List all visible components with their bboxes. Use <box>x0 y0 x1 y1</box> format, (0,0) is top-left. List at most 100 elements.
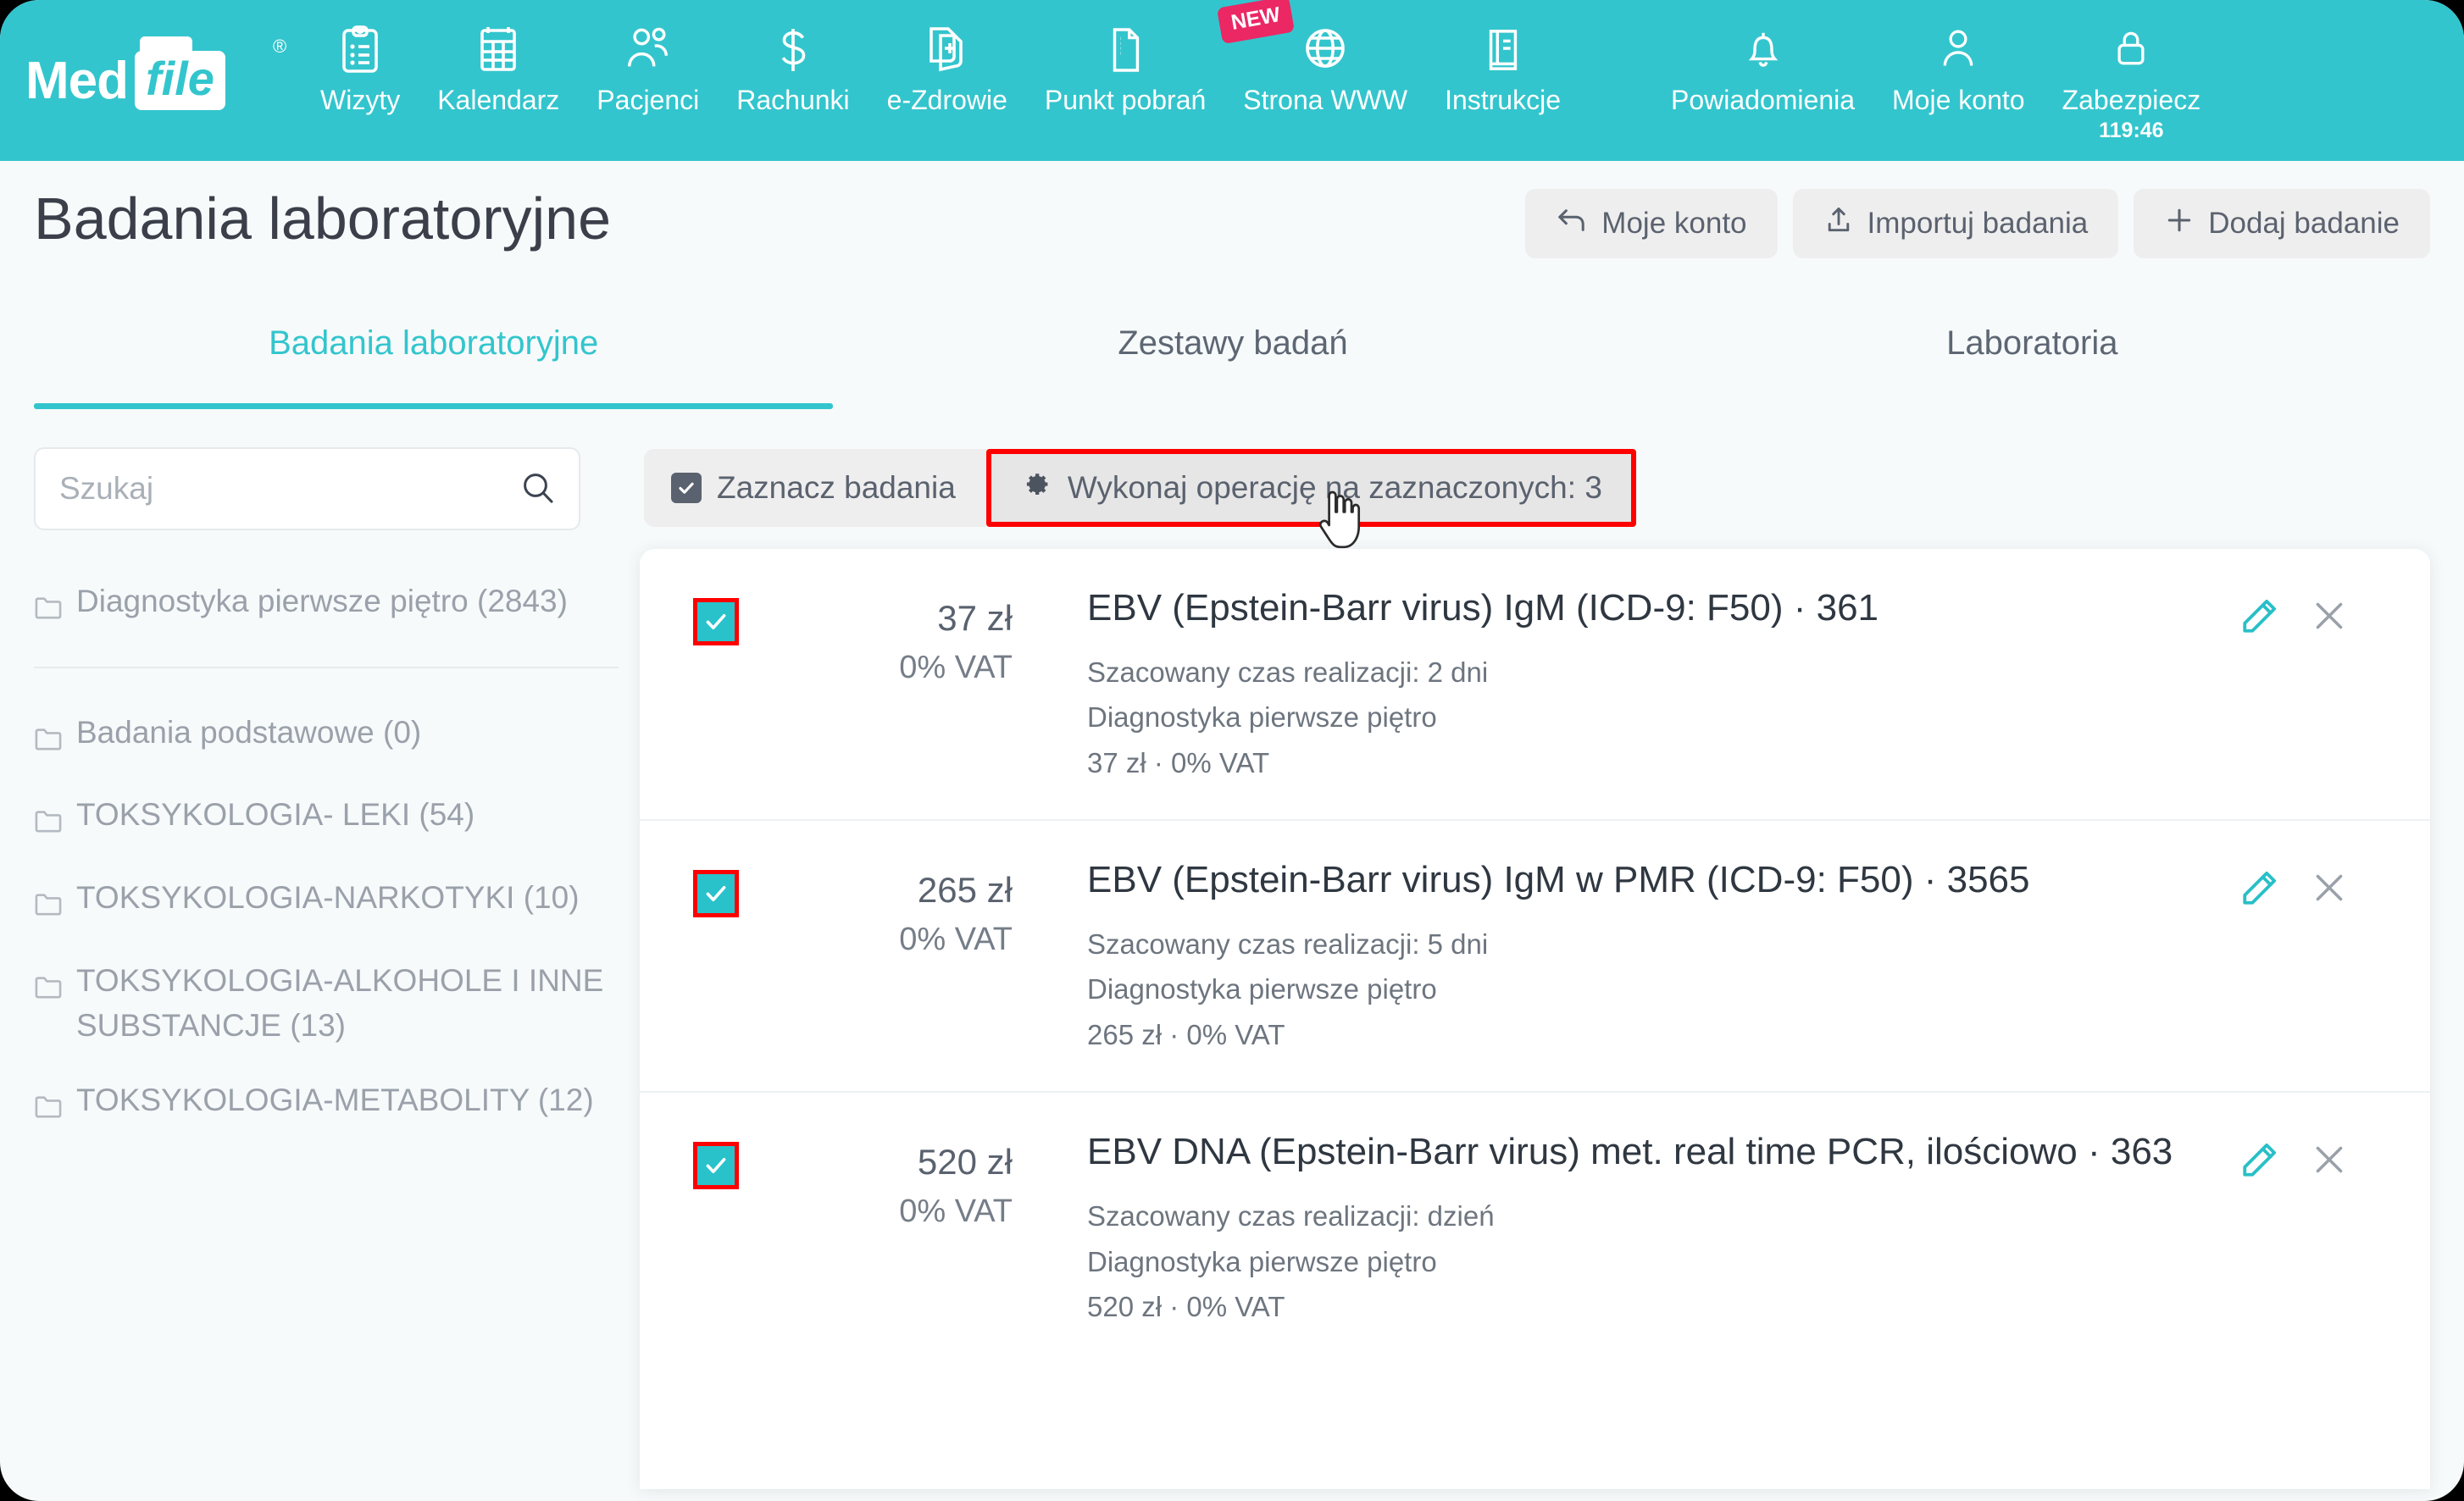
button-label: Importuj badania <box>1867 207 2089 240</box>
row-price-cell: 265 zł 0% VAT <box>792 858 1013 963</box>
dodaj-badanie-button[interactable]: Dodaj badanie <box>2134 189 2430 258</box>
close-icon[interactable] <box>2308 867 2350 909</box>
results-toolbar: Zaznacz badania Wykonaj operację na zazn… <box>644 449 1636 527</box>
sidebar-divider <box>34 666 619 668</box>
row-checkbox[interactable] <box>693 598 739 645</box>
nav-item-label: Moje konto <box>1892 85 2025 115</box>
bulk-operation-button[interactable]: Wykonaj operację na zaznaczonych: 3 <box>985 449 1636 527</box>
select-all-label: Zaznacz badania <box>717 470 956 505</box>
row-checkbox-cell <box>640 1130 792 1190</box>
folder-icon <box>34 883 63 929</box>
row-price: 265 zł <box>917 870 1013 911</box>
tab-label: Zestawy badań <box>1118 324 1348 362</box>
row-checkbox-cell <box>640 586 792 645</box>
bulk-operation-label: Wykonaj operację na zaznaczonych: 3 <box>1067 470 1602 505</box>
tab-zestawy-badan[interactable]: Zestawy badań <box>833 309 1632 409</box>
checkbox-checked-icon <box>697 874 735 914</box>
row-checkbox[interactable] <box>693 870 739 918</box>
row-body: EBV (Epstein-Barr virus) IgM (ICD-9: F50… <box>1013 586 2235 785</box>
nav-item-moje-konto[interactable]: Moje konto <box>1873 0 2044 116</box>
pencil-icon[interactable] <box>2235 867 2281 912</box>
nav-item-pacjenci[interactable]: Pacjenci <box>578 0 718 116</box>
search-input[interactable] <box>36 451 476 527</box>
row-meta-lab: Diagnostyka pierwsze piętro <box>1087 973 1437 1005</box>
search-box[interactable] <box>34 447 580 530</box>
nav-item-kalendarz[interactable]: Kalendarz <box>419 0 578 116</box>
tab-laboratoria[interactable]: Laboratoria <box>1633 309 2432 409</box>
nav-item-label: Zabezpiecz <box>2062 85 2201 115</box>
nav-item-label: Kalendarz <box>437 85 560 115</box>
folder-icon <box>34 718 63 764</box>
close-icon[interactable] <box>2308 595 2350 637</box>
logo-text-med: Med <box>25 51 129 110</box>
search-icon[interactable] <box>518 468 558 509</box>
folder-icon <box>34 587 63 633</box>
new-badge: NEW <box>1217 0 1296 45</box>
nav-item-ezdrowie[interactable]: e-Zdrowie <box>869 0 1026 116</box>
table-row[interactable]: 265 zł 0% VAT EBV (Epstein-Barr virus) I… <box>640 821 2430 1094</box>
nav-item-label: Instrukcje <box>1445 85 1561 115</box>
row-meta-price: 520 zł · 0% VAT <box>1087 1291 1285 1323</box>
importuj-badania-button[interactable]: Importuj badania <box>1792 189 2119 258</box>
sidebar-item-toksykologia-leki[interactable]: TOKSYKOLOGIA- LEKI (54) <box>34 778 619 861</box>
clipboard-icon <box>338 24 382 76</box>
nav-item-zabezpiecz[interactable]: Zabezpiecz 119:46 <box>2044 0 2220 143</box>
row-meta-time: Szacowany czas realizacji: 5 dni <box>1087 928 1489 960</box>
logo-text-file: file <box>146 52 214 105</box>
sidebar-item-label: TOKSYKOLOGIA-METABOLITY (12) <box>76 1082 594 1117</box>
row-meta-price: 265 zł · 0% VAT <box>1087 1018 1285 1050</box>
nav-item-punkt-pobran[interactable]: Punkt pobrań <box>1026 0 1224 116</box>
table-row[interactable]: 37 zł 0% VAT EBV (Epstein-Barr virus) Ig… <box>640 549 2430 822</box>
top-navigation-bar: Med file ® Wizyty Kalendarz Pacjenci Rac… <box>0 0 2464 161</box>
ehealth-icon <box>925 24 969 76</box>
row-vat: 0% VAT <box>899 922 1013 958</box>
pencil-icon[interactable] <box>2235 595 2281 640</box>
button-label: Dodaj badanie <box>2208 207 2400 240</box>
sidebar-item-toksykologia-metabolity[interactable]: TOKSYKOLOGIA-METABOLITY (12) <box>34 1063 619 1146</box>
nav-item-instrukcje[interactable]: Instrukcje <box>1426 0 1579 116</box>
upload-icon <box>1823 205 1854 243</box>
moje-konto-button[interactable]: Moje konto <box>1525 189 1778 258</box>
sidebar-item-label: TOKSYKOLOGIA-ALKOHOLE I INNE SUBSTANCJE … <box>76 962 604 1044</box>
checkbox-checked-icon <box>697 602 735 641</box>
table-row[interactable]: 520 zł 0% VAT EBV DNA (Epstein-Barr viru… <box>640 1093 2430 1363</box>
session-timer: 119:46 <box>2099 119 2164 142</box>
header-actions: Moje konto Importuj badania Dodaj badani… <box>1525 189 2430 258</box>
globe-icon <box>1301 24 1349 76</box>
row-actions <box>2235 858 2430 912</box>
sidebar-item-toksykologia-alkohole[interactable]: TOKSYKOLOGIA-ALKOHOLE I INNE SUBSTANCJE … <box>34 944 619 1063</box>
nav-item-label: Pacjenci <box>597 85 700 115</box>
sidebar-item-badania-podstawowe[interactable]: Badania podstawowe (0) <box>34 695 619 778</box>
row-checkbox[interactable] <box>693 1142 739 1190</box>
row-vat: 0% VAT <box>899 649 1013 685</box>
row-price-cell: 37 zł 0% VAT <box>792 586 1013 691</box>
row-meta-time: Szacowany czas realizacji: 2 dni <box>1087 656 1489 688</box>
dollar-icon <box>774 24 813 76</box>
results-list: 37 zł 0% VAT EBV (Epstein-Barr virus) Ig… <box>640 549 2430 1489</box>
sidebar-item-toksykologia-narkotyki[interactable]: TOKSYKOLOGIA-NARKOTYKI (10) <box>34 861 619 944</box>
logo-registered-mark: ® <box>273 36 287 57</box>
sidebar-item-label: Badania podstawowe (0) <box>76 714 422 750</box>
sidebar-item-diagnostyka-pierwsze-pietro[interactable]: Diagnostyka pierwsze piętro (2843) <box>34 563 619 648</box>
sidebar-items-group: Badania podstawowe (0) TOKSYKOLOGIA- LEK… <box>34 690 619 1146</box>
medfile-logo[interactable]: Med file ® <box>22 0 302 161</box>
row-meta-time: Szacowany czas realizacji: dzień <box>1087 1200 1495 1232</box>
row-meta-lab: Diagnostyka pierwsze piętro <box>1087 1245 1437 1277</box>
select-all-toggle[interactable]: Zaznacz badania <box>644 449 985 527</box>
nav-item-rachunki[interactable]: Rachunki <box>718 0 868 116</box>
sidebar-item-label: TOKSYKOLOGIA- LEKI (54) <box>76 797 475 833</box>
tab-label: Laboratoria <box>1946 324 2118 362</box>
nav-item-wizyty[interactable]: Wizyty <box>302 0 419 116</box>
tab-badania-laboratoryjne[interactable]: Badania laboratoryjne <box>34 309 834 409</box>
nav-item-powiadomienia[interactable]: Powiadomienia <box>1652 0 1873 116</box>
calendar-icon <box>476 24 520 76</box>
row-price: 37 zł <box>937 598 1013 638</box>
row-body: EBV DNA (Epstein-Barr virus) met. real t… <box>1013 1130 2235 1329</box>
user-icon <box>1938 24 1978 76</box>
pencil-icon[interactable] <box>2235 1138 2281 1184</box>
tab-label: Badania laboratoryjne <box>269 324 599 362</box>
nav-item-strona-www[interactable]: NEW Strona WWW <box>1217 0 1426 116</box>
lock-icon <box>2111 24 2151 76</box>
close-icon[interactable] <box>2308 1138 2350 1181</box>
row-title: EBV (Epstein-Barr virus) IgM (ICD-9: F50… <box>1087 587 1879 629</box>
